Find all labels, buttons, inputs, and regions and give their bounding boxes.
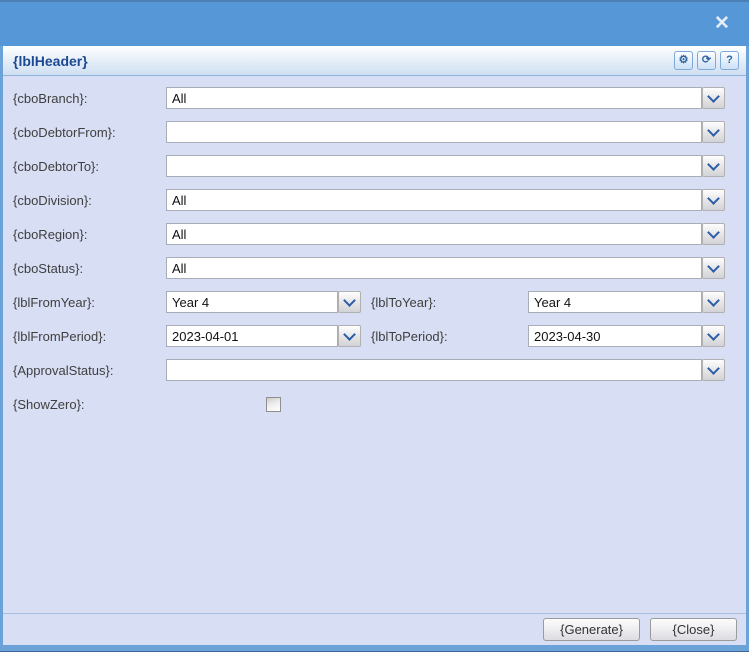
chevron-down-icon (707, 225, 720, 239)
help-button[interactable]: ? (720, 51, 739, 70)
approval-status-label: {ApprovalStatus}: (13, 362, 114, 378)
chevron-down-icon (343, 293, 356, 307)
debtor-to-combobox (166, 155, 725, 177)
chevron-down-icon (707, 89, 720, 103)
window-bottom-border (0, 645, 749, 652)
refresh-icon: ⟳ (701, 54, 712, 66)
chevron-down-icon (707, 293, 720, 307)
from-year-label: {lblFromYear}: (13, 294, 95, 310)
window-frame: {lblHeader} ⚙ ⟳ ? {cboBranch}: {cboDebto… (0, 46, 749, 645)
from-period-dropdown-trigger[interactable] (338, 325, 361, 347)
page-title: {lblHeader} (13, 52, 88, 69)
region-dropdown-trigger[interactable] (702, 223, 725, 245)
division-input[interactable] (166, 189, 702, 211)
show-zero-label: {ShowZero}: (13, 396, 85, 412)
generate-button[interactable]: {Generate} (543, 618, 640, 641)
gear-icon: ⚙ (678, 54, 689, 66)
to-period-label: {lblToPeriod}: (371, 328, 448, 344)
chevron-down-icon (707, 259, 720, 273)
show-zero-row: {ShowZero}: (3, 393, 746, 415)
branch-input[interactable] (166, 87, 702, 109)
year-row: {lblFromYear}: {lblToYear}: (3, 291, 746, 313)
division-combobox (166, 189, 725, 211)
from-year-dropdown-trigger[interactable] (338, 291, 361, 313)
debtor-from-row: {cboDebtorFrom}: (3, 121, 746, 143)
form-area: {cboBranch}: {cboDebtorFrom}: {cboDebtor… (3, 76, 746, 613)
to-period-combobox (528, 325, 725, 347)
division-label: {cboDivision}: (13, 192, 92, 208)
from-year-input[interactable] (166, 291, 338, 313)
region-input[interactable] (166, 223, 702, 245)
status-input[interactable] (166, 257, 702, 279)
status-dropdown-trigger[interactable] (702, 257, 725, 279)
chevron-down-icon (707, 157, 720, 171)
branch-dropdown-trigger[interactable] (702, 87, 725, 109)
branch-combobox (166, 87, 725, 109)
debtor-from-combobox (166, 121, 725, 143)
status-label: {cboStatus}: (13, 260, 84, 276)
approval-status-dropdown-trigger[interactable] (702, 359, 725, 381)
approval-status-combobox (166, 359, 725, 381)
window-close-button[interactable]: ✕ (710, 11, 734, 35)
from-period-input[interactable] (166, 325, 338, 347)
division-dropdown-trigger[interactable] (702, 189, 725, 211)
to-year-label: {lblToYear}: (371, 294, 437, 310)
chevron-down-icon (707, 123, 720, 137)
debtor-to-label: {cboDebtorTo}: (13, 158, 100, 174)
division-row: {cboDivision}: (3, 189, 746, 211)
to-year-combobox (528, 291, 725, 313)
gear-button[interactable]: ⚙ (674, 51, 693, 70)
debtor-to-dropdown-trigger[interactable] (702, 155, 725, 177)
from-period-label: {lblFromPeriod}: (13, 328, 107, 344)
from-year-combobox (166, 291, 361, 313)
to-period-dropdown-trigger[interactable] (702, 325, 725, 347)
chevron-down-icon (707, 361, 720, 375)
chevron-down-icon (343, 327, 356, 341)
status-combobox (166, 257, 725, 279)
dialog-window: ✕ {lblHeader} ⚙ ⟳ ? {cboBranch}: {cboDeb… (0, 0, 749, 652)
titlebar: ✕ (0, 0, 749, 46)
region-label: {cboRegion}: (13, 226, 88, 242)
branch-label: {cboBranch}: (13, 90, 88, 106)
from-period-combobox (166, 325, 361, 347)
branch-row: {cboBranch}: (3, 87, 746, 109)
debtor-from-label: {cboDebtorFrom}: (13, 124, 116, 140)
debtor-to-row: {cboDebtorTo}: (3, 155, 746, 177)
debtor-to-input[interactable] (166, 155, 702, 177)
to-year-input[interactable] (528, 291, 702, 313)
status-row: {cboStatus}: (3, 257, 746, 279)
period-row: {lblFromPeriod}: {lblToPeriod}: (3, 325, 746, 347)
region-combobox (166, 223, 725, 245)
help-icon: ? (726, 54, 733, 66)
region-row: {cboRegion}: (3, 223, 746, 245)
close-icon: ✕ (714, 12, 730, 34)
refresh-button[interactable]: ⟳ (697, 51, 716, 70)
footer-bar: {Generate} {Close} (3, 613, 746, 645)
header-bar: {lblHeader} ⚙ ⟳ ? (3, 46, 746, 76)
approval-status-row: {ApprovalStatus}: (3, 359, 746, 381)
approval-status-input[interactable] (166, 359, 702, 381)
debtor-from-input[interactable] (166, 121, 702, 143)
chevron-down-icon (707, 327, 720, 341)
to-year-dropdown-trigger[interactable] (702, 291, 725, 313)
debtor-from-dropdown-trigger[interactable] (702, 121, 725, 143)
close-button[interactable]: {Close} (650, 618, 737, 641)
to-period-input[interactable] (528, 325, 702, 347)
header-toolbar: ⚙ ⟳ ? (674, 51, 739, 70)
chevron-down-icon (707, 191, 720, 205)
show-zero-checkbox[interactable] (266, 396, 281, 412)
